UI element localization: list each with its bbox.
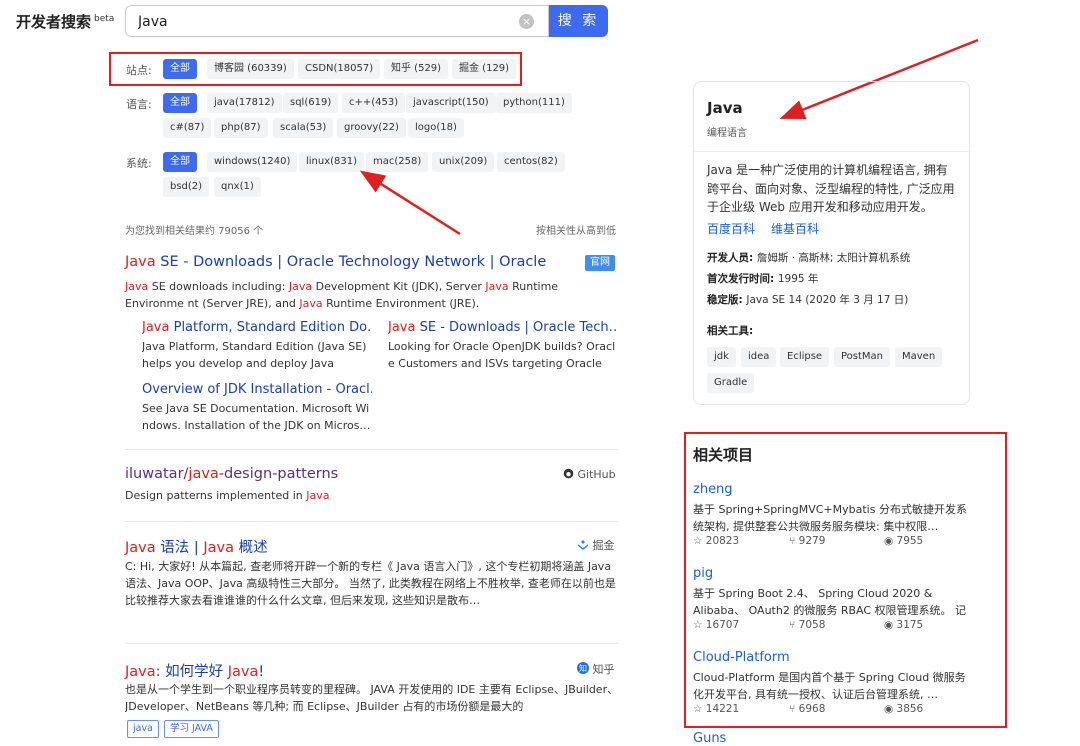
star-icon: ☆: [693, 703, 703, 715]
star-icon: ☆: [693, 535, 703, 547]
arrow-to-system-filter: [359, 170, 461, 236]
knowledge-divider: [694, 151, 969, 152]
tool-tag-idea[interactable]: idea: [741, 347, 777, 367]
project-name[interactable]: zheng: [693, 482, 733, 497]
tool-tag-eclipse[interactable]: Eclipse: [780, 347, 830, 367]
knowledge-subtitle: 编程语言: [707, 128, 747, 139]
eye-icon: ◉: [884, 535, 894, 547]
project-forks: ⑂ 6968: [789, 703, 826, 715]
tool-tag-gradle[interactable]: Gradle: [707, 373, 755, 393]
project-description: Cloud-Platform 是国内首个基于 Spring Cloud 微服务化…: [693, 671, 966, 701]
tools-label: 相关工具:: [707, 325, 754, 337]
eye-icon: ◉: [884, 703, 894, 715]
tool-tag-jdk[interactable]: jdk: [707, 347, 736, 367]
project-views: ◉ 7955: [884, 535, 924, 547]
tool-tag-postman[interactable]: PostMan: [834, 347, 891, 367]
project-views: ◉ 3175: [884, 619, 924, 631]
project-description: 基于 Spring Boot 2.4、 Spring Cloud 2020 & …: [693, 587, 967, 617]
project-forks: ⑂ 9279: [789, 535, 826, 547]
fact-developer: 开发人员: 詹姆斯 · 高斯林; 太阳计算机系统: [707, 252, 911, 264]
fact-first-release: 首次发行时间: 1995 年: [707, 273, 819, 285]
fork-icon: ⑂: [789, 619, 796, 631]
project-stars: ☆ 20823: [693, 535, 740, 547]
project-forks: ⑂ 7058: [789, 619, 826, 631]
project-stars: ☆ 14221: [693, 703, 740, 715]
fork-icon: ⑂: [789, 703, 796, 715]
project-views: ◉ 3856: [884, 703, 924, 715]
related-projects-title: 相关项目: [693, 446, 754, 464]
knowledge-title: Java: [707, 99, 743, 117]
baike-link[interactable]: 百度百科: [707, 220, 755, 237]
eye-icon: ◉: [884, 619, 894, 631]
star-icon: ☆: [693, 619, 703, 631]
project-stars: ☆ 16707: [693, 619, 740, 631]
knowledge-description: Java 是一种广泛使用的计算机编程语言, 拥有跨平台、面向对象、泛型编程的特性…: [707, 163, 955, 214]
tool-tag-maven[interactable]: Maven: [895, 347, 943, 367]
fork-icon: ⑂: [789, 535, 796, 547]
wikipedia-link[interactable]: 维基百科: [771, 220, 819, 237]
project-description: 基于 Spring+SpringMVC+Mybatis 分布式敏捷开发系统架构,…: [693, 503, 967, 533]
project-name[interactable]: Cloud-Platform: [693, 650, 790, 665]
project-name[interactable]: pig: [693, 566, 713, 581]
fact-stable-release: 稳定版: Java SE 14 (2020 年 3 月 17 日): [707, 294, 909, 306]
